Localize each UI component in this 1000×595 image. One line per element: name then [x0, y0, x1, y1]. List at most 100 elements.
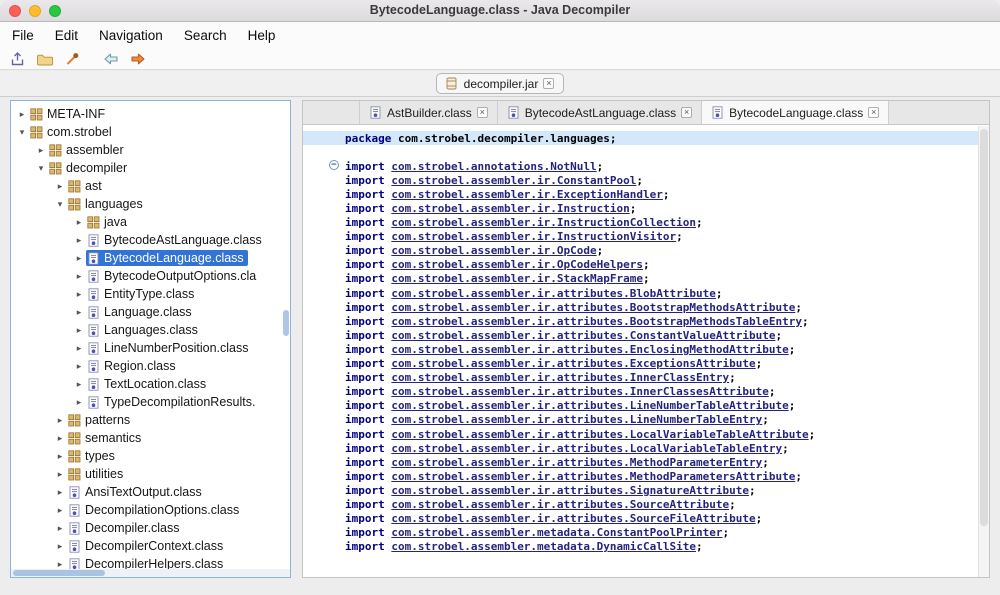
tree-item-com.strobel[interactable]: ▾com.strobel: [11, 123, 290, 141]
chevron-right-icon[interactable]: ▸: [72, 379, 86, 390]
tree-item-Region.class[interactable]: ▸Region.class: [11, 357, 290, 375]
chevron-down-icon[interactable]: ▾: [15, 127, 29, 138]
tree-item-BytecodeLanguage.class[interactable]: ▸BytecodeLanguage.class: [11, 249, 290, 267]
import-link[interactable]: com.strobel.assembler.ir.attributes.Meth…: [391, 456, 762, 469]
tree-item-DecompilationOptions.class[interactable]: ▸DecompilationOptions.class: [11, 501, 290, 519]
chevron-right-icon[interactable]: ▸: [53, 559, 67, 570]
chevron-down-icon[interactable]: ▾: [53, 199, 67, 210]
import-link[interactable]: com.strobel.assembler.ir.attributes.Boot…: [391, 301, 795, 314]
import-link[interactable]: com.strobel.assembler.ir.InstructionVisi…: [391, 230, 676, 243]
tree-item-BytecodeOutputOptions.cla[interactable]: ▸BytecodeOutputOptions.cla: [11, 267, 290, 285]
import-link[interactable]: com.strobel.assembler.ir.attributes.Cons…: [391, 329, 775, 342]
tree-item-decompiler[interactable]: ▾decompiler: [11, 159, 290, 177]
chevron-right-icon[interactable]: ▸: [53, 469, 67, 480]
scrollbar-thumb[interactable]: [980, 129, 988, 526]
close-icon[interactable]: ×: [477, 107, 488, 118]
forward-icon[interactable]: [128, 51, 147, 68]
editor-tab-BytecodeLanguage.class[interactable]: BytecodeLanguage.class×: [702, 101, 889, 124]
close-window-button[interactable]: [9, 5, 21, 17]
chevron-right-icon[interactable]: ▸: [15, 109, 29, 120]
tree-item-assembler[interactable]: ▸assembler: [11, 141, 290, 159]
tree-item-EntityType.class[interactable]: ▸EntityType.class: [11, 285, 290, 303]
import-link[interactable]: com.strobel.assembler.ir.ConstantPool: [391, 174, 636, 187]
editor-vertical-scrollbar[interactable]: [978, 126, 989, 577]
tree-item-Language.class[interactable]: ▸Language.class: [11, 303, 290, 321]
import-link[interactable]: com.strobel.assembler.metadata.DynamicCa…: [391, 540, 696, 553]
tree-item-java[interactable]: ▸java: [11, 213, 290, 231]
chevron-right-icon[interactable]: ▸: [53, 523, 67, 534]
import-link[interactable]: com.strobel.assembler.metadata.ConstantP…: [391, 526, 722, 539]
import-link[interactable]: com.strobel.assembler.ir.attributes.Encl…: [391, 343, 788, 356]
import-link[interactable]: com.strobel.annotations.NotNull: [391, 160, 596, 173]
tree-item-BytecodeAstLanguage.class[interactable]: ▸BytecodeAstLanguage.class: [11, 231, 290, 249]
tree-item-patterns[interactable]: ▸patterns: [11, 411, 290, 429]
menubar-item-file[interactable]: File: [12, 28, 34, 43]
tree-item-Decompiler.class[interactable]: ▸Decompiler.class: [11, 519, 290, 537]
menubar-item-search[interactable]: Search: [184, 28, 227, 43]
tree-item-types[interactable]: ▸types: [11, 447, 290, 465]
tree-item-languages[interactable]: ▾languages: [11, 195, 290, 213]
menubar-item-help[interactable]: Help: [248, 28, 276, 43]
import-link[interactable]: com.strobel.assembler.ir.attributes.Boot…: [391, 315, 802, 328]
menubar-item-navigation[interactable]: Navigation: [99, 28, 163, 43]
chevron-right-icon[interactable]: ▸: [72, 325, 86, 336]
import-link[interactable]: com.strobel.assembler.ir.attributes.Inne…: [391, 371, 729, 384]
chevron-right-icon[interactable]: ▸: [72, 235, 86, 246]
chevron-right-icon[interactable]: ▸: [72, 253, 86, 264]
zoom-window-button[interactable]: [49, 5, 61, 17]
chevron-right-icon[interactable]: ▸: [72, 307, 86, 318]
chevron-right-icon[interactable]: ▸: [53, 181, 67, 192]
chevron-right-icon[interactable]: ▸: [53, 415, 67, 426]
import-link[interactable]: com.strobel.assembler.ir.attributes.Meth…: [391, 470, 795, 483]
tree-item-semantics[interactable]: ▸semantics: [11, 429, 290, 447]
tree-item-DecompilerContext.class[interactable]: ▸DecompilerContext.class: [11, 537, 290, 555]
import-link[interactable]: com.strobel.assembler.ir.OpCode: [391, 244, 596, 257]
import-link[interactable]: com.strobel.assembler.ir.attributes.Exce…: [391, 357, 755, 370]
tree-horizontal-scrollbar[interactable]: [11, 569, 290, 577]
import-link[interactable]: com.strobel.assembler.ir.attributes.Inne…: [391, 385, 769, 398]
chevron-right-icon[interactable]: ▸: [72, 217, 86, 228]
import-link[interactable]: com.strobel.assembler.ir.StackMapFrame: [391, 272, 643, 285]
tree-item-ast[interactable]: ▸ast: [11, 177, 290, 195]
import-link[interactable]: com.strobel.assembler.ir.Instruction: [391, 202, 629, 215]
import-link[interactable]: com.strobel.assembler.ir.attributes.Line…: [391, 413, 762, 426]
editor-tab-BytecodeAstLanguage.class[interactable]: BytecodeAstLanguage.class×: [498, 101, 702, 124]
import-link[interactable]: com.strobel.assembler.ir.attributes.Sour…: [391, 512, 755, 525]
editor-tab-AstBuilder.class[interactable]: AstBuilder.class×: [359, 101, 498, 124]
close-icon[interactable]: ×: [681, 107, 692, 118]
back-icon[interactable]: [101, 51, 120, 68]
tree-vertical-scrollbar[interactable]: [283, 310, 289, 336]
chevron-right-icon[interactable]: ▸: [72, 397, 86, 408]
import-link[interactable]: com.strobel.assembler.ir.InstructionColl…: [391, 216, 696, 229]
tree-item-TypeDecompilationResults.[interactable]: ▸TypeDecompilationResults.: [11, 393, 290, 411]
import-link[interactable]: com.strobel.assembler.ir.attributes.Sour…: [391, 498, 729, 511]
tree-item-TextLocation.class[interactable]: ▸TextLocation.class: [11, 375, 290, 393]
import-link[interactable]: com.strobel.assembler.ir.attributes.Sign…: [391, 484, 749, 497]
fold-collapse-icon[interactable]: −: [329, 160, 339, 170]
tree-item-META-INF[interactable]: ▸META-INF: [11, 105, 290, 123]
chevron-right-icon[interactable]: ▸: [53, 505, 67, 516]
chevron-right-icon[interactable]: ▸: [72, 361, 86, 372]
chevron-right-icon[interactable]: ▸: [53, 487, 67, 498]
tree-item-Languages.class[interactable]: ▸Languages.class: [11, 321, 290, 339]
chevron-right-icon[interactable]: ▸: [53, 451, 67, 462]
import-link[interactable]: com.strobel.assembler.ir.ExceptionHandle…: [391, 188, 663, 201]
chevron-right-icon[interactable]: ▸: [72, 271, 86, 282]
import-link[interactable]: com.strobel.assembler.ir.attributes.Blob…: [391, 287, 716, 300]
import-link[interactable]: com.strobel.assembler.ir.attributes.Loca…: [391, 428, 808, 441]
tree-item-utilities[interactable]: ▸utilities: [11, 465, 290, 483]
close-icon[interactable]: ×: [543, 78, 554, 89]
tree-item-AnsiTextOutput.class[interactable]: ▸AnsiTextOutput.class: [11, 483, 290, 501]
import-link[interactable]: com.strobel.assembler.ir.OpCodeHelpers: [391, 258, 643, 271]
open-file-icon[interactable]: [8, 51, 27, 68]
menubar-item-edit[interactable]: Edit: [55, 28, 78, 43]
chevron-right-icon[interactable]: ▸: [72, 289, 86, 300]
minimize-window-button[interactable]: [29, 5, 41, 17]
code-area[interactable]: package com.strobel.decompiler.languages…: [303, 126, 978, 577]
chevron-right-icon[interactable]: ▸: [53, 433, 67, 444]
import-link[interactable]: com.strobel.assembler.ir.attributes.Line…: [391, 399, 788, 412]
tree-item-LineNumberPosition.class[interactable]: ▸LineNumberPosition.class: [11, 339, 290, 357]
import-link[interactable]: com.strobel.assembler.ir.attributes.Loca…: [391, 442, 782, 455]
pin-icon[interactable]: [62, 51, 81, 68]
scrollbar-thumb[interactable]: [13, 570, 105, 576]
